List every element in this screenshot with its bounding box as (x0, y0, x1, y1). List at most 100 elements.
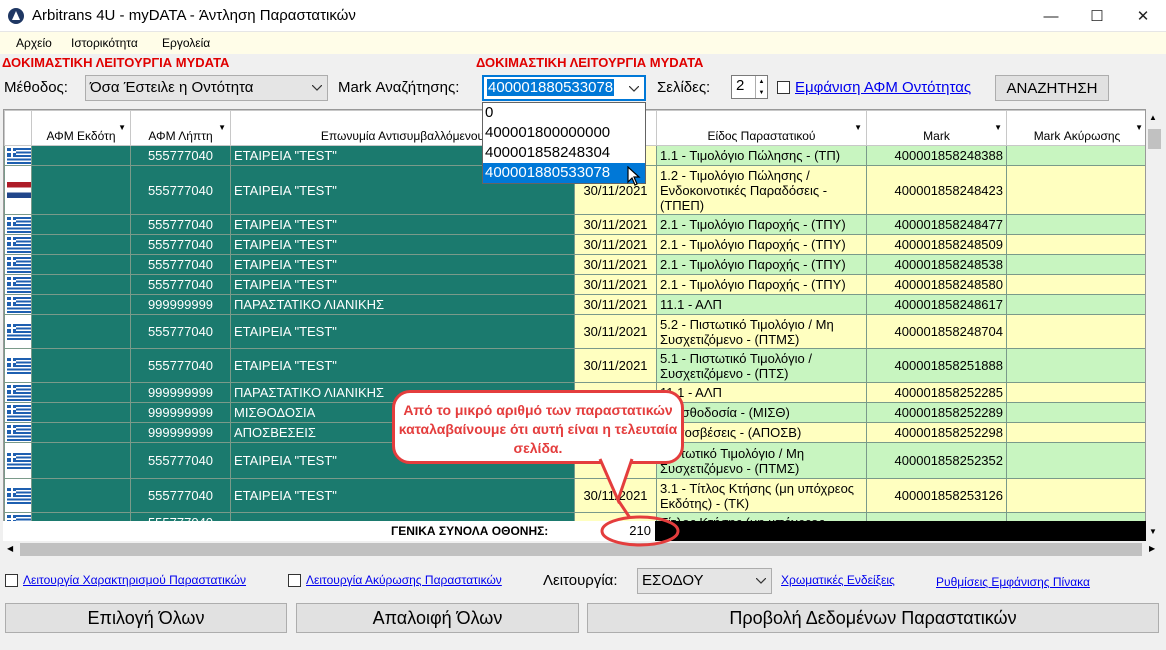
date-cell[interactable]: 30/11/2021 (574, 254, 657, 275)
function-select[interactable]: ΕΣΟΔΟΥ (637, 568, 772, 594)
document-type-cell[interactable]: 3.1 - Τίτλος Κτήσης (μη υπόχρεος Εκδότης… (656, 478, 867, 513)
flag-cell[interactable] (4, 254, 32, 275)
mark-cancel-cell[interactable] (1006, 478, 1145, 513)
scroll-down-icon[interactable]: ▼ (1149, 527, 1157, 536)
mark-cell[interactable]: 400001858248617 (866, 294, 1007, 315)
afm-issuer-cell[interactable] (31, 314, 131, 349)
clear-all-button[interactable]: Απαλοιφή Όλων (296, 603, 579, 633)
mark-cancel-cell[interactable] (1006, 382, 1145, 403)
mark-search-select[interactable]: 400001880533078 (482, 75, 646, 101)
vertical-scroll-thumb[interactable] (1148, 129, 1161, 149)
header-mark-cancel[interactable]: Mark Ακύρωσης ▼ (1006, 110, 1145, 146)
flag-cell[interactable] (4, 382, 32, 403)
mark-option[interactable]: 0 (483, 103, 645, 123)
counterparty-name-cell[interactable]: ΕΤΑΙΡΕΙΑ "TEST" (230, 234, 575, 255)
scroll-up-icon[interactable]: ▲ (1149, 113, 1157, 122)
characterization-checkbox[interactable] (5, 574, 18, 587)
afm-receiver-cell[interactable]: 555777040 (130, 254, 231, 275)
mark-cell[interactable]: 400001858253126 (866, 478, 1007, 513)
mark-cancel-cell[interactable] (1006, 314, 1145, 349)
afm-receiver-cell[interactable]: 999999999 (130, 294, 231, 315)
spin-down-icon[interactable]: ▼ (756, 87, 767, 98)
header-mark[interactable]: Mark ▼ (866, 110, 1007, 146)
afm-receiver-cell[interactable]: 555777040 (130, 314, 231, 349)
table-row[interactable]: 555777040 ΕΤΑΙΡΕΙΑ "TEST" 30/11/2021 5.1 - … (4, 348, 1145, 383)
color-hints-link[interactable]: Χρωματικές Ενδείξεις (781, 573, 895, 587)
header-flag[interactable] (4, 110, 32, 146)
sort-arrow-icon[interactable]: ▼ (1135, 123, 1143, 132)
table-row[interactable]: 555777040 ΕΤΑΙΡΕΙΑ "TEST" 30/11/2021 2.1 - … (4, 214, 1145, 235)
afm-receiver-cell[interactable]: 555777040 (130, 214, 231, 235)
mark-option[interactable]: 400001800000000 (483, 123, 645, 143)
mark-cancel-cell[interactable] (1006, 234, 1145, 255)
mark-cancel-cell[interactable] (1006, 165, 1145, 215)
flag-cell[interactable] (4, 402, 32, 423)
menu-tools[interactable]: Εργολεία (162, 36, 210, 50)
date-cell[interactable]: 30/11/2021 (574, 234, 657, 255)
document-type-cell[interactable]: 1.1 - Τιμολόγιο Πώλησης - (ΤΠ) (656, 145, 867, 166)
counterparty-name-cell[interactable]: ΕΤΑΙΡΕΙΑ "TEST" (230, 254, 575, 275)
close-button[interactable]: ✕ (1120, 0, 1166, 32)
afm-receiver-cell[interactable]: 555777040 (130, 478, 231, 513)
sort-arrow-icon[interactable]: ▼ (994, 123, 1002, 132)
afm-issuer-cell[interactable] (31, 294, 131, 315)
menu-history[interactable]: Ιστορικότητα (71, 36, 138, 50)
mark-cancel-cell[interactable] (1006, 274, 1145, 295)
afm-issuer-cell[interactable] (31, 145, 131, 166)
afm-issuer-cell[interactable] (31, 348, 131, 383)
document-type-cell[interactable]: 2.1 - Τιμολόγιο Παροχής - (ΤΠΥ) (656, 234, 867, 255)
select-all-button[interactable]: Επιλογή Όλων (5, 603, 287, 633)
date-cell[interactable]: 30/11/2021 (574, 478, 657, 513)
afm-receiver-cell[interactable]: 999999999 (130, 422, 231, 443)
mark-cell[interactable]: 400001858248704 (866, 314, 1007, 349)
flag-cell[interactable] (4, 234, 32, 255)
date-cell[interactable]: 30/11/2021 (574, 348, 657, 383)
afm-receiver-cell[interactable]: 555777040 (130, 442, 231, 479)
mark-cell[interactable]: 400001858248538 (866, 254, 1007, 275)
method-select[interactable]: Όσα Έστειλε η Οντότητα (85, 75, 328, 101)
counterparty-name-cell[interactable]: ΕΤΑΙΡΕΙΑ "TEST" (230, 274, 575, 295)
table-settings-link[interactable]: Ρυθμίσεις Εμφάνισης Πίνακα (936, 575, 1090, 589)
horizontal-scroll-thumb[interactable] (20, 543, 1142, 556)
flag-cell[interactable] (4, 478, 32, 513)
counterparty-name-cell[interactable]: ΕΤΑΙΡΕΙΑ "TEST" (230, 314, 575, 349)
afm-receiver-cell[interactable]: 555777040 (130, 274, 231, 295)
afm-issuer-cell[interactable] (31, 274, 131, 295)
flag-cell[interactable] (4, 274, 32, 295)
view-document-data-button[interactable]: Προβολή Δεδομένων Παραστατικών (587, 603, 1159, 633)
scroll-right-icon[interactable]: ▶ (1149, 544, 1155, 553)
pages-stepper[interactable]: 2 ▲ ▼ (731, 75, 768, 99)
document-type-cell[interactable]: 11.1 - ΑΛΠ (656, 382, 867, 403)
counterparty-name-cell[interactable]: ΕΤΑΙΡΕΙΑ "TEST" (230, 214, 575, 235)
mark-cell[interactable]: 400001858248423 (866, 165, 1007, 215)
afm-issuer-cell[interactable] (31, 478, 131, 513)
minimize-button[interactable]: — (1028, 0, 1074, 32)
afm-issuer-cell[interactable] (31, 382, 131, 403)
mark-cancel-cell[interactable] (1006, 294, 1145, 315)
cancel-checkbox[interactable] (288, 574, 301, 587)
flag-cell[interactable] (4, 214, 32, 235)
flag-cell[interactable] (4, 442, 32, 479)
sort-arrow-icon[interactable]: ▼ (854, 123, 862, 132)
table-row[interactable]: 555777040 ΕΤΑΙΡΕΙΑ "TEST" 30/11/2021 5.2 - … (4, 314, 1145, 349)
counterparty-name-cell[interactable]: ΕΤΑΙΡΕΙΑ "TEST" (230, 348, 575, 383)
vertical-scrollbar[interactable]: ▲ ▼ (1146, 109, 1163, 541)
afm-receiver-cell[interactable]: 999999999 (130, 402, 231, 423)
mark-cancel-cell[interactable] (1006, 254, 1145, 275)
afm-issuer-cell[interactable] (31, 402, 131, 423)
afm-receiver-cell[interactable]: 555777040 (130, 348, 231, 383)
document-type-cell[interactable]: 1.2 - Τιμολόγιο Πώλησης / Ενδοκοινοτικές… (656, 165, 867, 215)
scroll-left-icon[interactable]: ◀ (7, 544, 13, 553)
mark-cell[interactable]: 400001858252285 (866, 382, 1007, 403)
document-type-cell[interactable]: 2.1 - Τιμολόγιο Παροχής - (ΤΠΥ) (656, 274, 867, 295)
document-type-cell[interactable]: - Αποσβέσεις - (ΑΠΟΣΒ) (656, 422, 867, 443)
maximize-button[interactable]: ☐ (1074, 0, 1120, 32)
afm-issuer-cell[interactable] (31, 165, 131, 215)
search-button[interactable]: ΑΝΑΖΗΤΗΣΗ (995, 75, 1109, 101)
date-cell[interactable]: 30/11/2021 (574, 214, 657, 235)
characterization-link[interactable]: Λειτουργία Χαρακτηρισμού Παραστατικών (23, 573, 246, 587)
mark-cell[interactable]: 400001858252298 (866, 422, 1007, 443)
afm-issuer-cell[interactable] (31, 214, 131, 235)
mark-option-selected[interactable]: 400001880533078 (483, 163, 645, 183)
spin-up-icon[interactable]: ▲ (756, 76, 767, 87)
